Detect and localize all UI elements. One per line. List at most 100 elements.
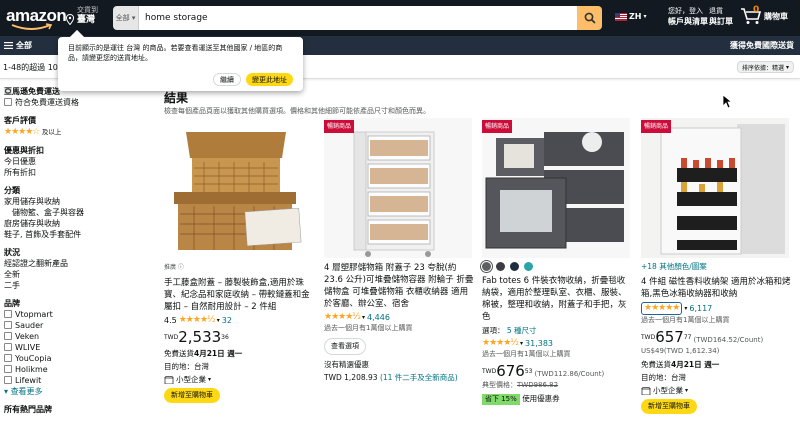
color-swatch[interactable] (496, 262, 505, 271)
chevron-down-icon: ▾ (643, 13, 647, 20)
product-image[interactable] (164, 118, 312, 258)
popular-brands-heading: 所有熱門品牌 (4, 405, 52, 414)
small-business-badge[interactable]: 小型企業 ▾ (641, 385, 791, 396)
brand-checkbox[interactable]: WLIVE (4, 342, 156, 353)
product-title[interactable]: 手工藤盒附蓋 – 藤製裝飾盒,適用於珠寶、紀念品和家庭收納 – 帶較鏈蓋和金屬扣… (164, 277, 314, 313)
color-swatch[interactable] (510, 262, 519, 271)
coupon-info[interactable]: 省下 15% 使用優惠券 (482, 393, 632, 405)
language-selector[interactable]: ZH ▾ (615, 12, 647, 21)
search-icon (584, 12, 596, 24)
search-input[interactable]: home storage (139, 6, 577, 30)
star-rating-icon: ★★★★½ (178, 315, 216, 325)
deals-item[interactable]: 今日優惠 (4, 156, 156, 167)
brand-checkbox[interactable]: YouCopia (4, 353, 156, 364)
results-count: 1-48的超過 100, (3, 63, 66, 72)
product-price[interactable]: TWD 2,533 36 (164, 329, 314, 346)
checkbox-icon (4, 98, 12, 106)
free-shipping-checkbox[interactable]: 符合免費運送資格 (4, 97, 156, 108)
product-title[interactable]: 4 件組 磁性香料收納架 適用於冰箱和烤箱,黑色冰箱收納器和收納 (641, 276, 791, 300)
product-rating[interactable]: ★★★★★ ▾ 6,117 (641, 302, 791, 315)
product-card: 暢銷商品 +18 其他顏色/圖案 4 件組 磁性香料收納架 適用於冰箱和烤箱,黑… (641, 118, 791, 414)
typical-price: 典型價格：TWD986.82 (482, 381, 559, 389)
product-title[interactable]: 4 層塑膠儲物箱 附蓋子 23 夸脫(約 23.6 公升)可堆疊儲物容器 附輪子… (324, 262, 474, 310)
rating-count[interactable]: 31,383 (525, 338, 553, 349)
condition-item[interactable]: 二手 (4, 280, 156, 291)
brand-checkbox[interactable]: Veken (4, 331, 156, 342)
deals-item[interactable]: 所有折扣 (4, 167, 156, 178)
see-more-link[interactable]: ▾ 查看更多 (4, 386, 156, 397)
product-price[interactable]: TWD 657 77 (TWD164.52/Count) (641, 329, 791, 346)
free-intl-shipping-link[interactable]: 獲得免費國際送貨 (730, 40, 794, 51)
category-item[interactable]: 廚房儲存與收納 (4, 218, 156, 229)
continue-button[interactable]: 繼續 (213, 73, 241, 86)
chevron-down-icon: ▾ (520, 340, 524, 347)
see-options-button[interactable]: 查看選項 (324, 338, 366, 355)
drawer-cart-image (353, 131, 435, 257)
color-swatches (482, 262, 632, 271)
deliver-to[interactable]: 交貨到 臺灣 (66, 6, 98, 26)
chevron-down-icon: ▾ (685, 387, 689, 394)
location-pin-icon (66, 14, 74, 25)
product-title[interactable]: Fab totes 6 件裝衣物收納，折疊毯收納袋，適用於整理臥室、衣櫃、服裝、… (482, 275, 632, 323)
category-item[interactable]: 鞋子, 首飾及手套配件 (4, 229, 156, 240)
condition-item[interactable]: 經認證之翻新產品 (4, 258, 156, 269)
small-business-badge[interactable]: 小型企業 ▾ (164, 374, 314, 385)
cart-label: 購物車 (764, 12, 788, 21)
category-item[interactable]: 家用儲存與收納 (4, 196, 156, 207)
destination-info: 目的地：台灣 (164, 362, 209, 371)
returns-orders[interactable]: 退貨 與訂單 (709, 7, 733, 27)
product-image[interactable]: 暢銷商品 (324, 118, 472, 258)
no-offer-text: 沒有精選優惠 (324, 360, 369, 369)
change-address-button[interactable]: 變更此地址 (246, 73, 293, 86)
product-price[interactable]: TWD 676 53 (TWD112.86/Count) (482, 363, 632, 380)
brand-heading: 品牌 (4, 299, 20, 308)
category-heading: 分類 (4, 186, 20, 195)
account-menu[interactable]: 您好，登入 帳戶與清單 (668, 7, 708, 27)
category-item[interactable]: 儲物籃、盒子與容器 (4, 207, 156, 218)
product-rating[interactable]: 4.5 ★★★★½ ▾ 32 (164, 315, 314, 326)
chevron-down-icon: ▾ (684, 305, 688, 312)
search-bar: 全部 ▾ home storage (113, 6, 602, 30)
brand-checkbox[interactable]: Lifewit (4, 375, 156, 386)
sales-volume: 過去一個月有1萬個以上購買 (482, 350, 571, 358)
shipping-info: 免費送貨4月21日 週一 (164, 349, 243, 358)
alt-offers[interactable]: TWD 1,208.93 (11 件二手及全新商品) (324, 372, 474, 383)
rating-count[interactable]: 32 (222, 315, 232, 326)
more-colors-link[interactable]: +18 其他顏色/圖案 (641, 261, 791, 272)
add-to-cart-button[interactable]: 新增至購物車 (164, 388, 220, 403)
rating-count[interactable]: 6,117 (689, 303, 712, 314)
product-card: 暢銷商品 4 層塑膠儲物箱 附蓋子 23 夸脫(約 23.6 公升)可堆疊儲物容… (324, 118, 474, 383)
review-filter-4-up[interactable]: ★★★★☆ 及以上 (4, 126, 156, 138)
search-button[interactable] (577, 6, 602, 30)
brand-checkbox[interactable]: Sauder (4, 320, 156, 331)
storefront-icon (641, 386, 651, 395)
amazon-logo[interactable]: amazon (6, 6, 67, 30)
deals-heading: 優惠與折扣 (4, 146, 44, 155)
product-rating[interactable]: ★★★★½ ▾ 4,446 (324, 312, 474, 323)
rating-count[interactable]: 4,446 (367, 312, 390, 323)
storefront-icon (164, 375, 174, 384)
brand-checkbox[interactable]: Vtopmart (4, 309, 156, 320)
product-image[interactable]: 暢銷商品 (482, 118, 630, 258)
sort-dropdown[interactable]: 排序依據：精選 ▾ (736, 61, 794, 73)
add-to-cart-button[interactable]: 新增至購物車 (641, 399, 697, 414)
popover-message: 目前顯示的是運往 台灣 的商品。若要查看運送至其他國家 / 地區的商品，請變更您… (68, 44, 283, 62)
all-menu-button[interactable]: 全部 (4, 40, 32, 51)
color-swatch[interactable] (482, 262, 491, 271)
product-image[interactable]: 暢銷商品 (641, 118, 789, 258)
deliver-label: 交貨到 (77, 6, 98, 14)
cart-button[interactable]: 0 購物車 (740, 5, 788, 25)
product-rating[interactable]: ★★★★½ ▾ 31,383 (482, 338, 632, 349)
condition-item[interactable]: 全新 (4, 269, 156, 280)
sponsored-label[interactable]: 推廣 ⓘ (164, 262, 314, 273)
size-options[interactable]: 選項： 5 種尺寸 (482, 325, 632, 336)
address-popover: 目前顯示的是運往 台灣 的商品。若要查看運送至其他國家 / 地區的商品，請變更您… (58, 29, 303, 91)
color-swatch[interactable] (524, 262, 533, 271)
chevron-down-icon: ▾ (216, 317, 220, 324)
search-category-select[interactable]: 全部 ▾ (113, 6, 139, 30)
star-rating-icon: ★★★★½ (482, 338, 519, 348)
star-rating-icon: ★★★★☆ (4, 127, 40, 137)
results-subheading: 檢查每個產品頁面以獲取其他購買選項。價格和其他細節可能依產品尺寸和顏色而異。 (164, 107, 430, 115)
brand-checkbox[interactable]: Holikme (4, 364, 156, 375)
deliver-location: 臺灣 (77, 15, 96, 25)
